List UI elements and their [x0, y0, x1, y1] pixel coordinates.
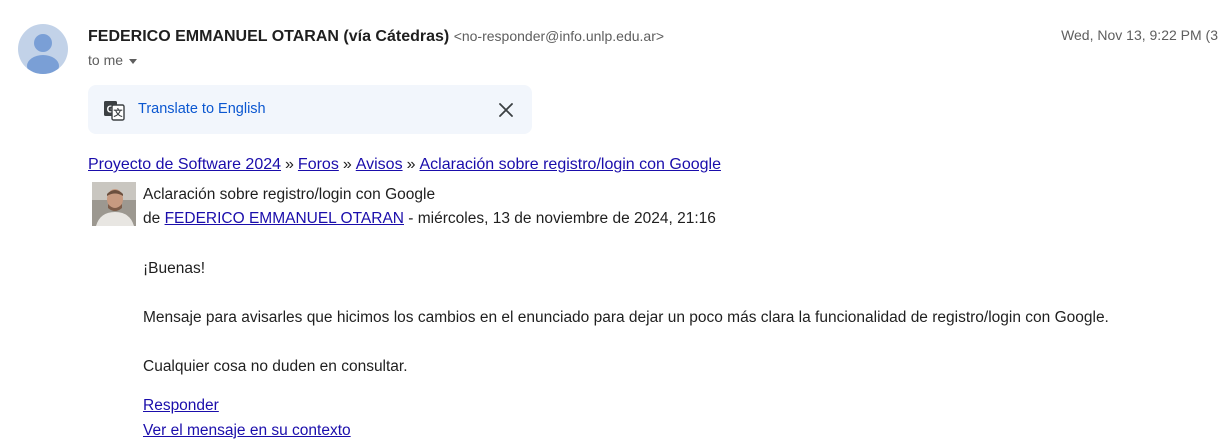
post-greeting: ¡Buenas! — [143, 260, 206, 277]
sender-name[interactable]: FEDERICO EMMANUEL OTARAN (vía Cátedras) — [88, 28, 449, 45]
breadcrumb-post-link[interactable]: Aclaración sobre registro/login con Goog… — [419, 156, 721, 173]
breadcrumb-separator: » — [342, 156, 352, 173]
sender-avatar[interactable] — [18, 24, 68, 74]
post-date: - miércoles, 13 de noviembre de 2024, 21… — [403, 210, 716, 227]
translate-icon: G 文 — [104, 101, 125, 121]
post-subject: Aclaración sobre registro/login con Goog… — [143, 186, 436, 203]
breadcrumb-course-link[interactable]: Proyecto de Software 2024 — [88, 156, 281, 173]
byline-prefix: de — [143, 210, 161, 227]
email-view: FEDERICO EMMANUEL OTARAN (vía Cátedras) … — [0, 0, 1218, 446]
post-closing: Cualquier cosa no duden en consultar. — [143, 358, 408, 375]
translate-button[interactable]: Translate to English — [138, 101, 266, 117]
view-in-context-link[interactable]: Ver el mensaje en su contexto — [143, 422, 351, 440]
sender-email[interactable]: <no-responder@info.unlp.edu.ar> — [454, 28, 664, 44]
translate-banner: G 文 Translate to English — [88, 85, 532, 134]
author-photo — [92, 182, 136, 226]
breadcrumb-forums-link[interactable]: Foros — [298, 156, 339, 173]
forum-breadcrumb: Proyecto de Software 2024» Foros» Avisos» A… — [88, 156, 721, 174]
close-translate-button[interactable] — [494, 98, 518, 122]
sender-line: FEDERICO EMMANUEL OTARAN (vía Cátedras) … — [88, 26, 664, 47]
breadcrumb-separator: » — [406, 156, 416, 173]
reply-link[interactable]: Responder — [143, 397, 219, 415]
close-icon — [499, 103, 513, 117]
person-icon — [27, 34, 59, 74]
author-link[interactable]: FEDERICO EMMANUEL OTARAN — [165, 210, 404, 227]
recipient-details-toggle[interactable]: to me — [88, 52, 138, 68]
to-label: to me — [88, 52, 124, 68]
post-byline: de FEDERICO EMMANUEL OTARAN - miércoles,… — [143, 210, 716, 228]
email-timestamp: Wed, Nov 13, 9:22 PM (3 — [1061, 27, 1218, 43]
post-body-text: Mensaje para avisarles que hicimos los c… — [143, 309, 1109, 326]
breadcrumb-announcements-link[interactable]: Avisos — [356, 156, 403, 173]
svg-text:文: 文 — [112, 107, 123, 118]
chevron-down-icon — [129, 58, 138, 64]
author-photo-image — [92, 182, 136, 226]
breadcrumb-separator: » — [285, 156, 294, 173]
